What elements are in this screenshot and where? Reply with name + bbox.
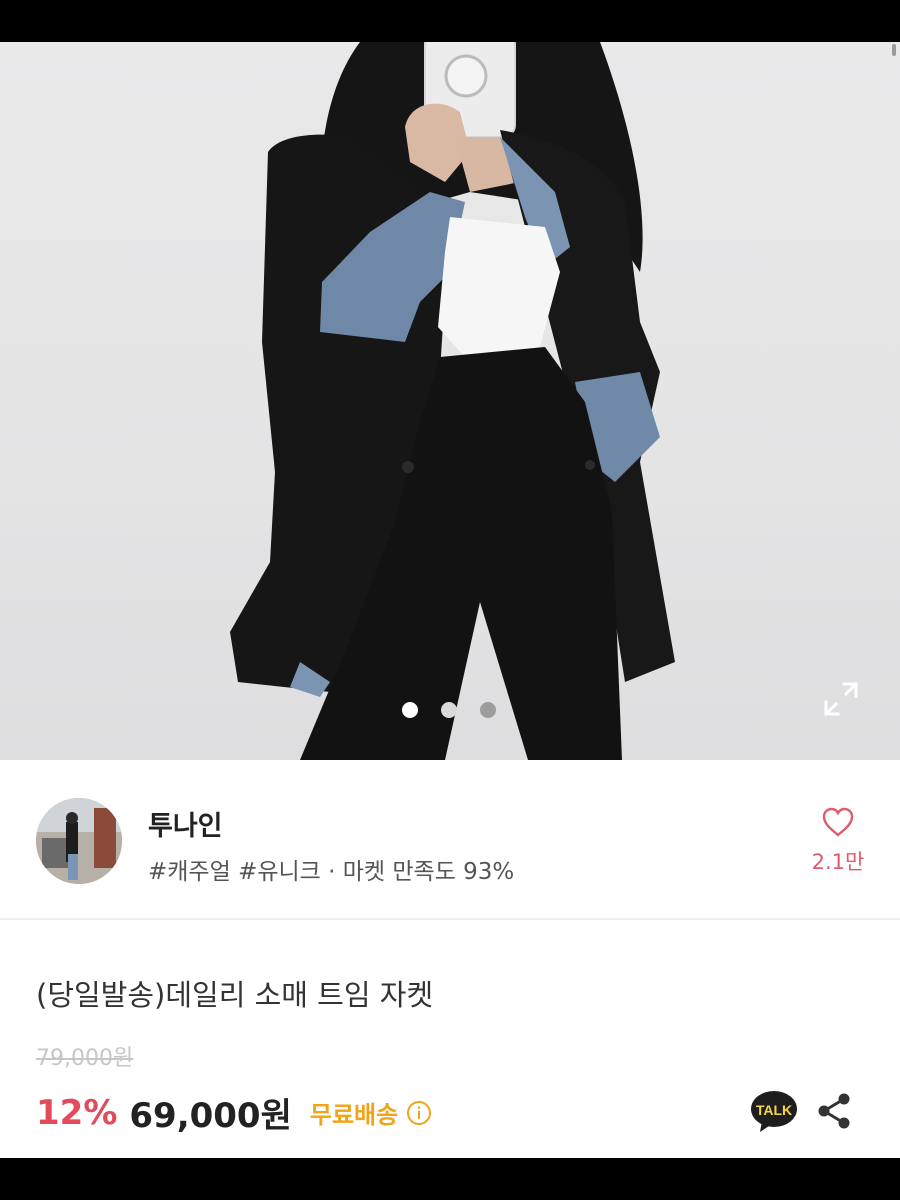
shop-tags: #캐주얼 #유니크 · 마켓 만족도 93% xyxy=(148,859,515,885)
gallery-pagination xyxy=(402,702,496,718)
product-info: (당일발송)데일리 소매 트임 자켓 79,000원 12% 69,000원 무… xyxy=(0,920,900,1158)
product-image-gallery[interactable] xyxy=(0,42,900,760)
kakao-talk-button[interactable]: TALK xyxy=(750,1090,798,1134)
expand-icon[interactable] xyxy=(822,680,860,718)
original-price: 79,000원 xyxy=(36,1046,134,1071)
shop-avatar[interactable] xyxy=(36,798,122,884)
product-photo xyxy=(230,42,675,760)
discount-rate: 12% xyxy=(36,1092,118,1133)
scrollbar[interactable] xyxy=(892,44,896,56)
shop-info[interactable]: 투나인 #캐주얼 #유니크 · 마켓 만족도 93% 2.1만 xyxy=(0,760,900,918)
price-row: 12% 69,000원 무료배송 xyxy=(36,1088,432,1137)
navigation-bar xyxy=(0,1158,900,1200)
status-bar xyxy=(0,0,900,42)
pagination-dot-1[interactable] xyxy=(402,702,418,718)
like-button[interactable]: 2.1만 xyxy=(805,806,871,876)
shop-name[interactable]: 투나인 xyxy=(148,804,223,843)
like-count: 2.1만 xyxy=(811,850,865,874)
talk-label: TALK xyxy=(756,1102,792,1118)
talk-icon: TALK xyxy=(751,1091,797,1132)
sale-price: 69,000원 xyxy=(129,1096,292,1136)
heart-icon xyxy=(822,807,854,837)
pagination-dot-3[interactable] xyxy=(480,702,496,718)
free-shipping-badge: 무료배송 xyxy=(309,1101,399,1129)
share-button[interactable] xyxy=(816,1092,852,1130)
product-title: (당일발송)데일리 소매 트임 자켓 xyxy=(36,978,434,1012)
share-icon xyxy=(818,1093,850,1129)
pagination-dot-2[interactable] xyxy=(441,702,457,718)
info-icon[interactable] xyxy=(406,1100,432,1126)
